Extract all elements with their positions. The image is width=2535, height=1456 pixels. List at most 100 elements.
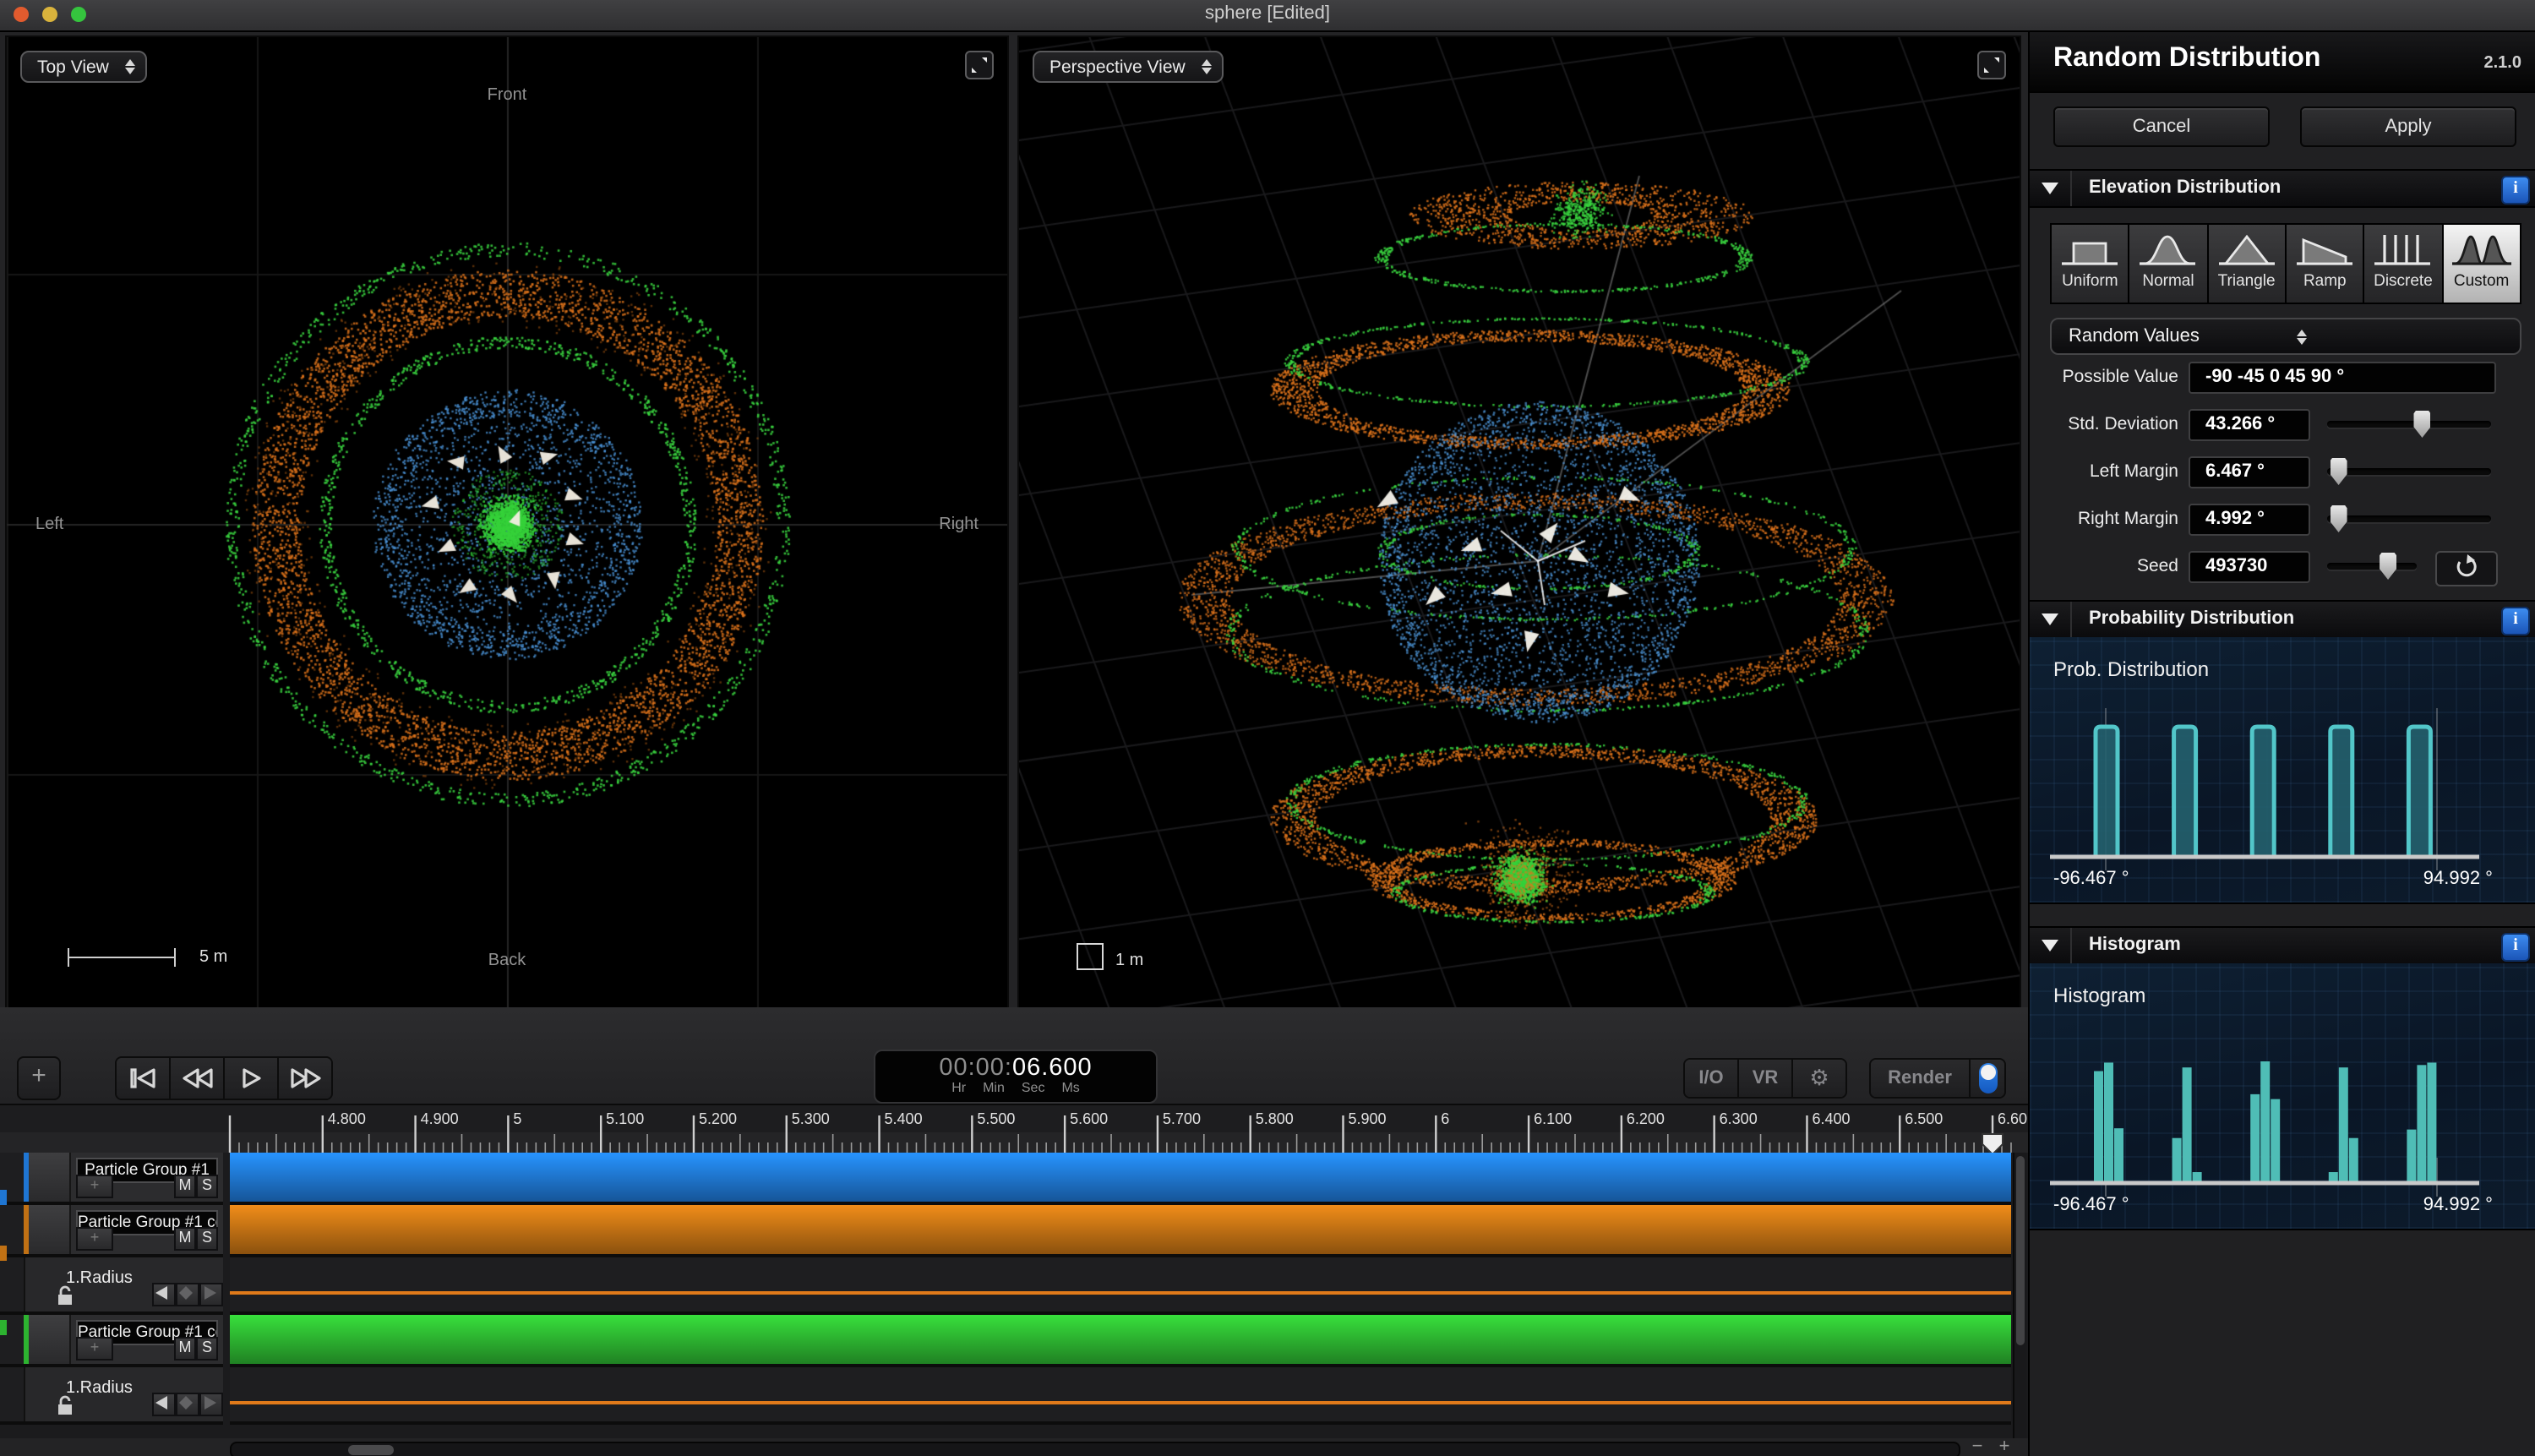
info-icon[interactable]: i [2501, 176, 2530, 204]
track-clip-row[interactable] [230, 1205, 2011, 1257]
track-header[interactable]: Particle Group #1 copy+MS [0, 1315, 223, 1367]
view-selector-dropdown[interactable]: Top View [20, 51, 148, 83]
dist-mode-discrete-button[interactable]: Discrete [2364, 225, 2444, 303]
field-value-input[interactable]: -90 -45 0 45 90 ° [2189, 362, 2496, 394]
section-title: Probability Distribution [2089, 608, 2295, 629]
field-value-input[interactable]: 43.266 ° [2189, 409, 2310, 441]
orientation-label-back: Back [488, 952, 526, 970]
field-slider[interactable] [2327, 458, 2491, 485]
refresh-seed-button[interactable] [2435, 551, 2498, 586]
window-title: sphere [Edited] [1205, 3, 1330, 24]
cancel-button[interactable]: Cancel [2053, 106, 2270, 147]
timeline-zoom-in-button[interactable]: + [1994, 1437, 2014, 1456]
track-clip-row[interactable] [230, 1315, 2011, 1367]
add-track-button[interactable]: + [17, 1056, 61, 1100]
solo-button[interactable]: S [196, 1175, 218, 1198]
field-slider[interactable] [2327, 411, 2491, 438]
track-header[interactable]: Particle Group #1 + M S [0, 1153, 223, 1205]
automation-row[interactable] [230, 1257, 2011, 1315]
track-add-button[interactable]: + [76, 1227, 113, 1251]
next-keyframe-button[interactable] [199, 1283, 223, 1306]
lock-icon[interactable] [56, 1284, 74, 1306]
slider-thumb[interactable] [2413, 411, 2431, 438]
timeline-ruler[interactable]: 4.800 4.900 5 5.100 5.200 5.300 5.400 5.500 5.60… [0, 1104, 2028, 1154]
collapse-section-button[interactable] [2030, 602, 2072, 637]
dist-mode-uniform-button[interactable]: Uniform [2052, 225, 2130, 303]
render-button[interactable]: Render [1871, 1060, 1971, 1097]
slider-thumb[interactable] [2380, 553, 2397, 580]
apply-button[interactable]: Apply [2300, 106, 2516, 147]
field-value-input[interactable]: 493730 [2189, 551, 2310, 583]
mute-button[interactable]: M [174, 1227, 196, 1251]
scale-box-label: 1 m [1115, 952, 1144, 970]
vertical-scrollbar[interactable] [2013, 1153, 2026, 1438]
triangle-down-icon [2042, 183, 2058, 194]
field-row-left-margin: Left Margin 6.467 ° [2030, 456, 2535, 488]
horizontal-scrollbar-thumb[interactable] [348, 1444, 394, 1454]
track-clip-row[interactable] [230, 1153, 2011, 1205]
add-keyframe-button[interactable] [176, 1283, 199, 1306]
horizontal-scrollbar[interactable] [230, 1441, 1960, 1456]
dist-mode-triangle-button[interactable]: Triangle [2208, 225, 2287, 303]
perspective-viewport[interactable]: Perspective View 1 m [1017, 35, 2021, 1009]
prev-keyframe-button[interactable] [152, 1283, 176, 1306]
automation-curve[interactable] [230, 1290, 2011, 1295]
timeline-zoom-out-button[interactable]: − [1967, 1437, 1987, 1456]
group-color-mark [0, 1246, 7, 1261]
fast-forward-button[interactable] [279, 1058, 331, 1099]
probability-section-header: Probability Distribution i [2030, 600, 2535, 639]
random-values-dropdown[interactable]: Random Values [2050, 318, 2521, 355]
info-icon[interactable]: i [2501, 933, 2530, 962]
skip-to-start-button[interactable] [117, 1058, 171, 1099]
perspective-canvas[interactable] [1019, 37, 2020, 1007]
solo-button[interactable]: S [196, 1337, 218, 1361]
dropdown-arrows-icon [1202, 59, 1213, 74]
field-value-input[interactable]: 4.992 ° [2189, 504, 2310, 536]
subtrack-header[interactable]: 1.Radius [0, 1257, 223, 1315]
slider-thumb[interactable] [2330, 458, 2347, 485]
automation-curve[interactable] [230, 1400, 2011, 1404]
expand-viewport-icon[interactable] [1977, 51, 2006, 79]
mute-button[interactable]: M [174, 1337, 196, 1361]
probability-chart: Prob. Distribution -96.467 ° 94.992 ° [2030, 637, 2535, 904]
dist-mode-normal-button[interactable]: Normal [2129, 225, 2209, 303]
subtrack-header[interactable]: 1.Radius [0, 1367, 223, 1425]
ruler-tick-label: 6.60 [1998, 1110, 2027, 1127]
slider-thumb[interactable] [2330, 505, 2347, 532]
track-header[interactable]: Particle Group #1 copy+MS [0, 1205, 223, 1257]
track-add-button[interactable]: + [76, 1175, 113, 1198]
top-view-canvas[interactable] [7, 37, 1007, 1007]
field-value-input[interactable]: 6.467 ° [2189, 456, 2310, 488]
rewind-button[interactable] [171, 1058, 225, 1099]
dist-mode-ramp-button[interactable]: Ramp [2286, 225, 2365, 303]
ruler-tick-label: 5.500 [977, 1110, 1015, 1127]
solo-button[interactable]: S [196, 1227, 218, 1251]
ruler-tick-label: 6.100 [1534, 1110, 1572, 1127]
dist-mode-custom-button[interactable]: Custom [2443, 225, 2520, 303]
io-button[interactable]: I/O [1685, 1060, 1739, 1097]
lock-icon[interactable] [56, 1394, 74, 1416]
settings-gear-icon[interactable]: ⚙ [1793, 1060, 1845, 1097]
view-selector-dropdown[interactable]: Perspective View [1033, 51, 1224, 83]
field-slider[interactable] [2327, 505, 2491, 532]
ruler-tick-label: 5.700 [1163, 1110, 1201, 1127]
expand-viewport-icon[interactable] [965, 51, 994, 79]
collapse-section-button[interactable] [2030, 928, 2072, 963]
info-icon[interactable]: i [2501, 607, 2530, 635]
render-toggle[interactable] [1971, 1060, 2004, 1097]
next-keyframe-button[interactable] [199, 1393, 223, 1416]
vr-button[interactable]: VR [1739, 1060, 1793, 1097]
mute-button[interactable]: M [174, 1175, 196, 1198]
add-keyframe-button[interactable] [176, 1393, 199, 1416]
field-slider[interactable] [2327, 553, 2417, 580]
random-values-value: Random Values [2069, 326, 2200, 346]
prev-keyframe-button[interactable] [152, 1393, 176, 1416]
track-add-button[interactable]: + [76, 1337, 113, 1361]
top-view-viewport[interactable]: Top View Front Left Right Back 5 m [5, 35, 1009, 1009]
time-display[interactable]: 00:00:06.600 Hr Min Sec Ms [874, 1050, 1158, 1104]
vertical-scrollbar-thumb[interactable] [2016, 1156, 2025, 1345]
automation-row[interactable] [230, 1367, 2011, 1425]
play-button[interactable] [225, 1058, 279, 1099]
x-axis-max-label: 94.992 ° [2423, 869, 2493, 889]
collapse-section-button[interactable] [2030, 171, 2072, 206]
